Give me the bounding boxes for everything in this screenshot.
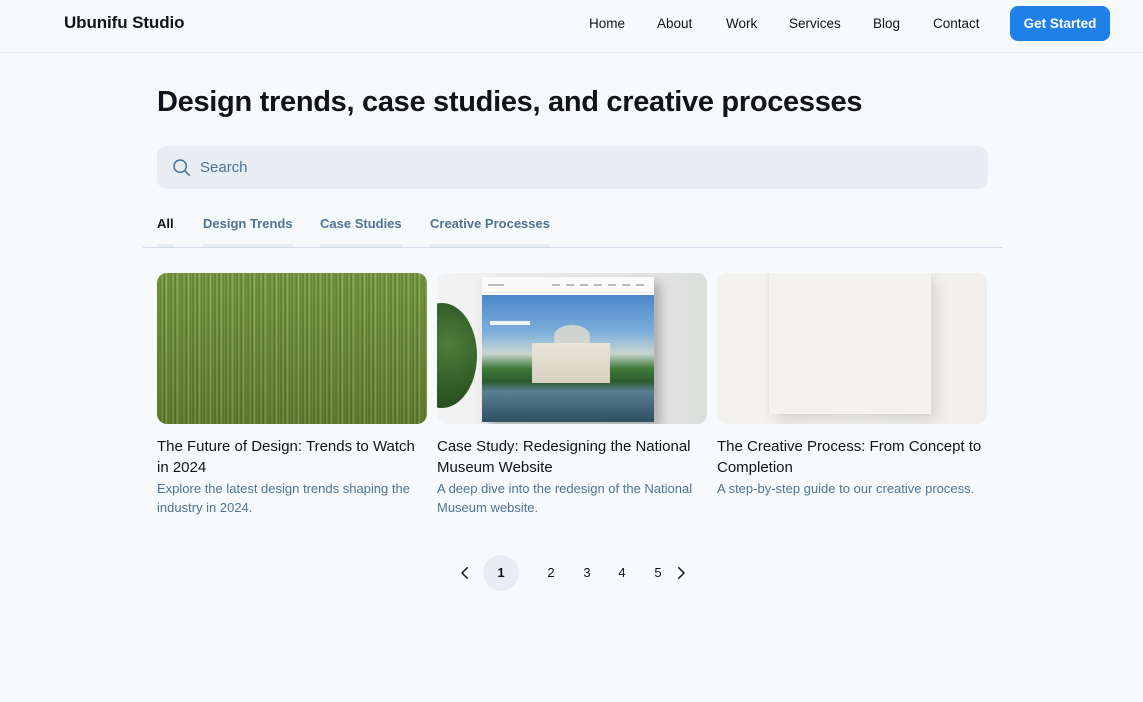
article-thumbnail-paper[interactable] [717,273,987,424]
chevron-left-icon[interactable] [456,564,474,582]
pagination: 1 2 3 4 5 [0,555,1143,591]
article-title[interactable]: Case Study: Redesigning the National Mus… [437,436,707,478]
category-tabs: All Design Trends Case Studies Creative … [143,200,1003,248]
website-mockup [482,277,654,422]
nav-about[interactable]: About [657,16,692,31]
article-thumbnail-grass[interactable] [157,273,427,424]
nav-work[interactable]: Work [726,16,757,31]
page-1[interactable]: 1 [483,555,519,591]
article-thumbnail-museum[interactable] [437,273,707,424]
article-card[interactable]: The Future of Design: Trends to Watch in… [157,273,427,517]
chevron-right-icon[interactable] [672,564,690,582]
article-description: Explore the latest design trends shaping… [157,481,410,515]
tab-design-trends[interactable]: Design Trends [203,216,293,247]
nav-blog[interactable]: Blog [873,16,900,31]
article-title[interactable]: The Creative Process: From Concept to Co… [717,436,987,478]
page-title: Design trends, case studies, and creativ… [157,86,863,118]
tab-all[interactable]: All [157,216,174,247]
page-4[interactable]: 4 [604,555,640,591]
nav-home[interactable]: Home [589,16,625,31]
site-header: Ubunifu Studio Home About Work Services … [0,0,1143,53]
page-3[interactable]: 3 [569,555,605,591]
article-description: A step-by-step guide to our creative pro… [717,481,975,496]
tab-case-studies[interactable]: Case Studies [320,216,402,247]
article-card[interactable]: Case Study: Redesigning the National Mus… [437,273,707,517]
search-input[interactable] [200,146,970,189]
search-bar [157,146,988,189]
nav-contact[interactable]: Contact [933,16,980,31]
search-icon [173,159,191,177]
main-nav: Home About Work Services Blog Contact Ge… [0,0,1143,47]
article-title[interactable]: The Future of Design: Trends to Watch in… [157,436,427,478]
nav-services[interactable]: Services [789,16,841,31]
get-started-button[interactable]: Get Started [1010,6,1110,41]
article-description: A deep dive into the redesign of the Nat… [437,481,693,515]
blank-paper-sheet [769,273,931,414]
plant-decoration [437,303,477,408]
page-5[interactable]: 5 [640,555,676,591]
article-card[interactable]: The Creative Process: From Concept to Co… [717,273,987,499]
page-2[interactable]: 2 [533,555,569,591]
tab-creative-processes[interactable]: Creative Processes [430,216,550,247]
